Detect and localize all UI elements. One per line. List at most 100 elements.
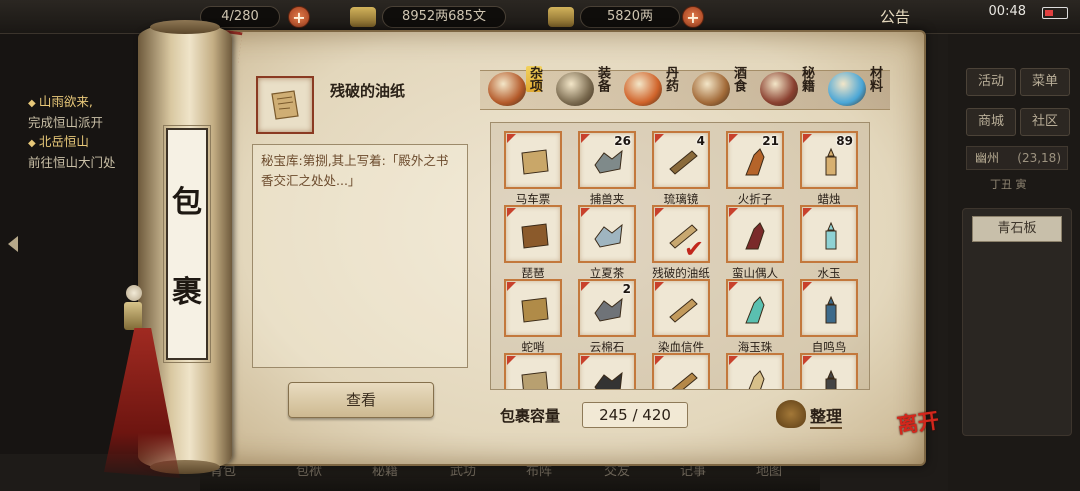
side-item-button[interactable]: 青石板 (972, 216, 1062, 242)
trap-icon (594, 149, 623, 174)
inventory-slot[interactable] (800, 353, 858, 389)
sort-label: 整理 (810, 403, 843, 429)
new-tag-icon (507, 356, 516, 365)
inventory-slot[interactable]: 染血信件 (652, 279, 710, 354)
selected-item-slot (256, 76, 314, 134)
side-item-area (962, 208, 1072, 436)
menu-button[interactable]: 菜单 (1020, 68, 1070, 96)
community-button[interactable]: 社区 (1020, 108, 1070, 136)
new-tag-icon (655, 356, 664, 365)
feather-icon (594, 371, 623, 389)
pouch-icon (671, 372, 698, 389)
pearl-icon (745, 296, 765, 324)
item-count: 89 (836, 134, 853, 148)
stone-icon (594, 297, 623, 322)
quest-title[interactable]: 山雨欲来, (28, 92, 152, 113)
add-bag-button[interactable]: + (288, 6, 310, 28)
activity-button[interactable]: 活动 (966, 68, 1016, 96)
clock: 00:48 (988, 4, 1026, 19)
leave-button[interactable]: 离开 (895, 407, 946, 465)
slot-frame: ✔ (652, 205, 710, 263)
selected-item-name: 残破的油纸 (330, 82, 406, 100)
new-tag-icon (803, 282, 812, 291)
inventory-slot[interactable]: 立夏茶 (578, 205, 636, 280)
inventory-slot[interactable]: ✔ 残破的油纸 (652, 205, 710, 280)
inventory-slot[interactable] (578, 353, 636, 389)
inventory-slot[interactable]: 26 捕兽夹 (578, 131, 636, 206)
inventory-slot[interactable]: 蛮山偶人 (726, 205, 784, 280)
category-tab[interactable]: 秘籍 (756, 64, 822, 114)
new-tag-icon (581, 282, 590, 291)
category-tab[interactable]: 酒食 (688, 64, 754, 114)
weapons-icon (556, 72, 594, 106)
gold-ingot-icon (548, 7, 574, 27)
quest-title[interactable]: 北岳恒山 (28, 132, 152, 153)
slot-frame (800, 353, 858, 389)
category-label: 酒食 (731, 66, 746, 92)
tassel-cap (124, 302, 142, 330)
category-tab[interactable]: 丹药 (620, 64, 686, 114)
item-count: 2 (622, 282, 631, 296)
notice-button[interactable]: 公告 (880, 6, 910, 27)
inventory-slot[interactable]: 蛇哨 (504, 279, 562, 354)
new-tag-icon (581, 208, 590, 217)
new-tag-icon (507, 134, 516, 143)
slot-frame (726, 279, 784, 337)
item-count: 26 (614, 134, 631, 148)
inventory-slot[interactable]: 89 蜡烛 (800, 131, 858, 206)
new-tag-icon (729, 208, 738, 217)
scroll-map-icon (521, 371, 549, 389)
quest-desc: 前往恒山大门处 (28, 155, 116, 170)
collapse-arrow-icon[interactable] (8, 236, 18, 252)
slot-frame (652, 279, 710, 337)
new-tag-icon (507, 282, 516, 291)
inventory-slot[interactable]: 水玉 (800, 205, 858, 280)
category-label: 秘籍 (799, 66, 814, 92)
shop-button[interactable]: 商城 (966, 108, 1016, 136)
letter-icon (669, 298, 698, 323)
sort-button[interactable]: 整理 (776, 398, 856, 430)
dark-item-icon (825, 369, 837, 389)
new-tag-icon (803, 134, 812, 143)
inventory-slot[interactable]: 琵琶 (504, 205, 562, 280)
slot-frame (800, 205, 858, 263)
inventory-slot[interactable]: 海玉珠 (726, 279, 784, 354)
inventory-slot[interactable]: 4 琉璃镜 (652, 131, 710, 206)
category-tab[interactable]: 杂项 (484, 64, 550, 114)
category-label: 丹药 (663, 66, 678, 92)
add-gold-button[interactable]: + (682, 6, 704, 28)
new-tag-icon (729, 282, 738, 291)
slot-frame: 2 (578, 279, 636, 337)
quest-desc: 完成恒山派开 (28, 115, 104, 130)
slot-frame (578, 205, 636, 263)
slot-frame (504, 131, 562, 189)
inventory-slot[interactable] (726, 353, 784, 389)
category-tab[interactable]: 材料 (824, 64, 890, 114)
capacity-value: 245 / 420 (582, 402, 688, 428)
capacity-label: 包裹容量 (500, 407, 561, 425)
money-display: 8952两685文 (382, 6, 506, 28)
game-time: 丁丑 寅 (990, 178, 1027, 191)
fire-starter-icon (745, 148, 765, 176)
view-button[interactable]: 查看 (288, 382, 434, 418)
inventory-slot[interactable] (504, 353, 562, 389)
quest-tracker[interactable]: 山雨欲来, 完成恒山派开 北岳恒山 前往恒山大门处 (28, 92, 152, 172)
telescope-icon (669, 150, 698, 175)
inventory-slot[interactable]: 自鸣鸟 (800, 279, 858, 354)
category-tab[interactable]: 装备 (552, 64, 618, 114)
slot-frame: 89 (800, 131, 858, 189)
inventory-slot[interactable] (652, 353, 710, 389)
inventory-slot[interactable]: 21 火折子 (726, 131, 784, 206)
inventory-slot[interactable]: 马车票 (504, 131, 562, 206)
selected-check-icon: ✔ (684, 235, 705, 263)
inventory-slot[interactable]: 2 云棉石 (578, 279, 636, 354)
inventory-grid[interactable]: 马车票 26 捕兽夹 4 琉璃镜 21 火折子 89 蜡烛琵琶 立夏茶 ✔ 残破的油纸 蛮山偶人 水玉蛇哨… (490, 122, 870, 390)
slot-frame (504, 353, 562, 389)
coin-icon (350, 7, 376, 27)
slot-frame: 4 (652, 131, 710, 189)
pipa-icon (521, 223, 549, 249)
slot-frame (652, 353, 710, 389)
jar-icon (488, 72, 526, 106)
candle-icon (825, 147, 837, 176)
new-tag-icon (507, 208, 516, 217)
